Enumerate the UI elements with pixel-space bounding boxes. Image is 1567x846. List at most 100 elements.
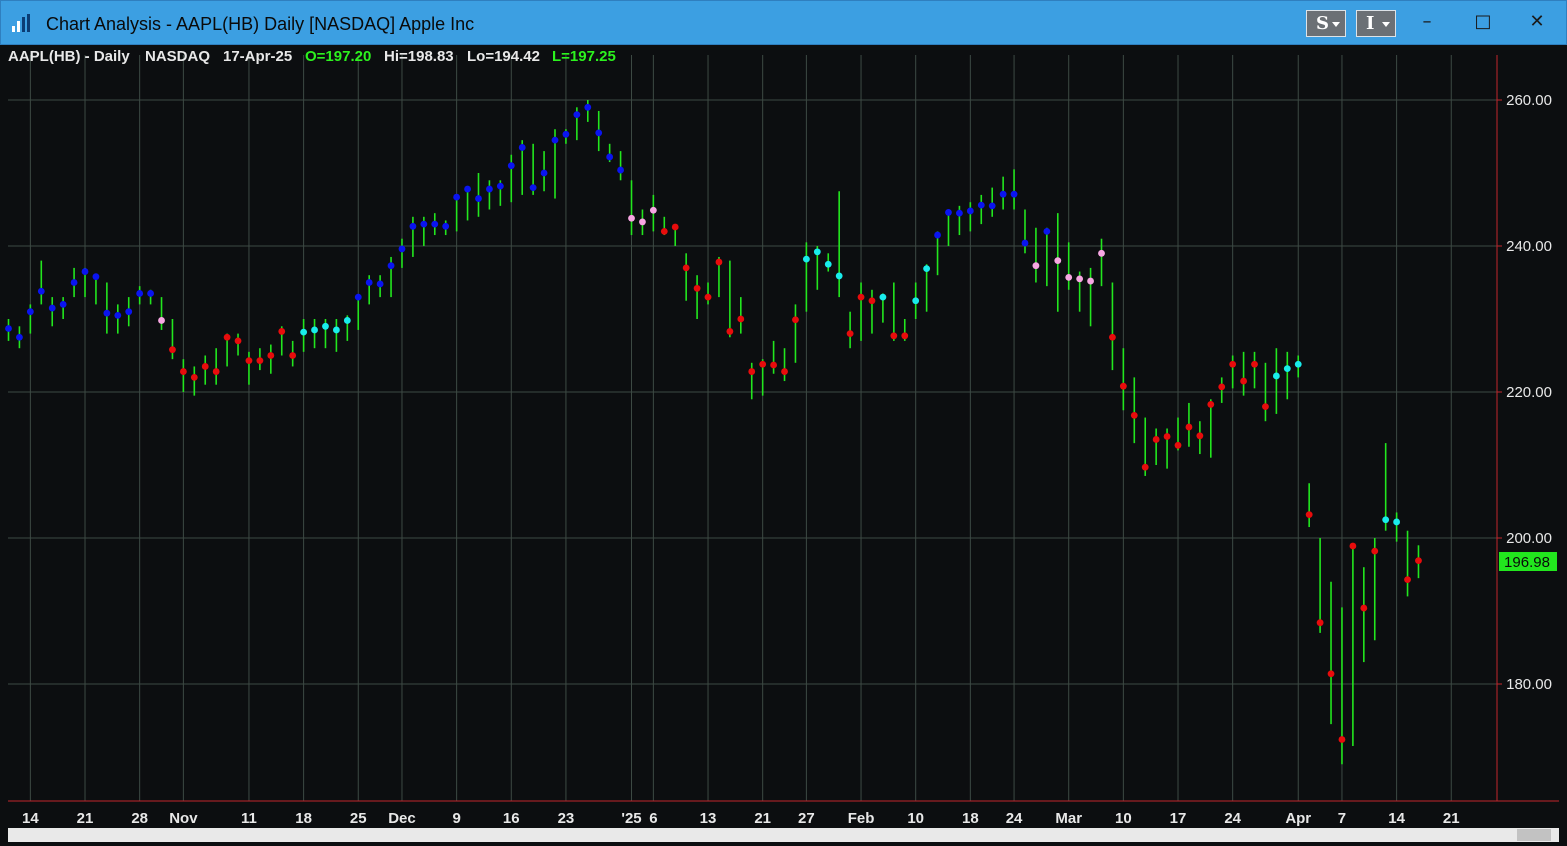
close-marker [81,268,89,275]
date-tick-label: 24 [1006,810,1023,827]
close-marker [748,368,756,375]
close-marker [343,317,351,324]
close-marker [682,264,690,272]
close-marker [923,265,931,273]
price-tick-label: 240.00 [1506,238,1552,255]
close-marker [475,195,482,202]
horizontal-scrollbar[interactable] [8,828,1559,842]
header-high: Hi=198.83 [384,48,454,65]
close-marker [256,357,264,365]
close-marker [507,162,515,170]
close-marker [671,223,679,231]
close-marker [496,182,504,190]
close-marker [212,368,220,375]
close-marker [333,326,340,334]
close-marker [234,337,242,345]
close-marker [1021,239,1029,247]
close-marker [486,185,493,193]
header-date: 17-Apr-25 [223,48,292,65]
close-marker [693,284,701,292]
close-marker [59,301,67,308]
close-marker [540,169,548,177]
close-marker [398,245,406,253]
close-marker [1163,433,1171,440]
ohlc-bars [5,100,1422,765]
price-tick-label: 220.00 [1506,384,1552,401]
close-marker [1393,518,1401,526]
date-tick-label: 7 [1338,810,1346,827]
date-tick-label: 24 [1224,810,1241,827]
chevron-down-icon [1332,22,1340,27]
close-marker [147,290,154,297]
date-tick-label: 9 [452,810,460,827]
s-dropdown-button[interactable]: S [1306,10,1346,37]
close-marker [1207,401,1215,408]
close-marker [169,346,176,354]
close-marker [518,144,526,151]
close-marker [1382,516,1390,524]
close-marker [420,220,428,228]
date-tick-label: Apr [1285,810,1311,827]
header-open: O=197.20 [305,48,371,65]
close-marker [103,309,111,317]
date-tick-label: 16 [503,810,520,827]
close-marker [1130,411,1138,419]
close-marker [289,352,297,359]
close-marker [792,316,799,324]
close-marker [1098,249,1105,257]
close-marker [48,304,56,312]
close-marker [573,111,581,118]
close-marker [999,190,1007,198]
close-marker [901,332,909,340]
close-marker [595,129,603,137]
close-marker [988,202,996,210]
close-marker [1251,360,1258,368]
close-marker [956,209,963,217]
close-marker [1294,360,1302,368]
scrollbar-thumb[interactable] [1517,829,1551,841]
date-tick-label: 10 [907,810,924,827]
close-marker [824,260,832,268]
price-tick-label: 260.00 [1506,92,1552,109]
chart-axes [8,55,1559,802]
close-marker [606,153,614,161]
date-tick-label: 10 [1115,810,1132,827]
close-marker [1109,333,1116,341]
i-dropdown-button[interactable]: I [1356,10,1396,37]
close-marker [1338,736,1346,743]
close-marker [70,279,78,286]
close-marker [737,315,745,323]
minimize-button[interactable]: – [1407,7,1447,37]
close-marker [890,332,898,340]
close-marker [1076,275,1084,283]
close-marker [846,330,854,337]
app-logo-icon [12,14,30,32]
close-marker [857,293,865,301]
header-symbol: AAPL(HB) - Daily [8,48,130,65]
close-marker [1229,360,1237,368]
close-marker [1316,619,1324,627]
date-tick-label: 21 [1443,810,1460,827]
price-axis-labels: 180.00 200.00 220.00 240.00 260.00 [1506,92,1552,693]
close-marker [813,248,821,256]
date-tick-label: 18 [962,810,979,827]
close-marker [934,231,941,239]
close-marker [1087,277,1094,285]
date-tick-label: 11 [241,810,257,827]
close-marker [365,279,373,286]
close-marker [300,328,308,336]
close-marker [1305,511,1313,519]
close-marker [584,103,592,111]
close-marker [551,136,559,144]
close-marker [158,317,165,324]
close-marker [1119,382,1127,390]
close-marker [5,325,12,332]
close-marker [453,193,461,201]
close-button[interactable]: ✕ [1517,7,1557,37]
date-tick-label: 23 [558,810,575,827]
price-chart[interactable]: 180.00 200.00 220.00 240.00 260.00 14 21 28 Nov… [0,45,1567,828]
maximize-button[interactable]: □ [1463,7,1503,37]
date-tick-label: Feb [848,810,875,827]
close-marker [136,290,144,297]
close-marker [409,222,417,230]
